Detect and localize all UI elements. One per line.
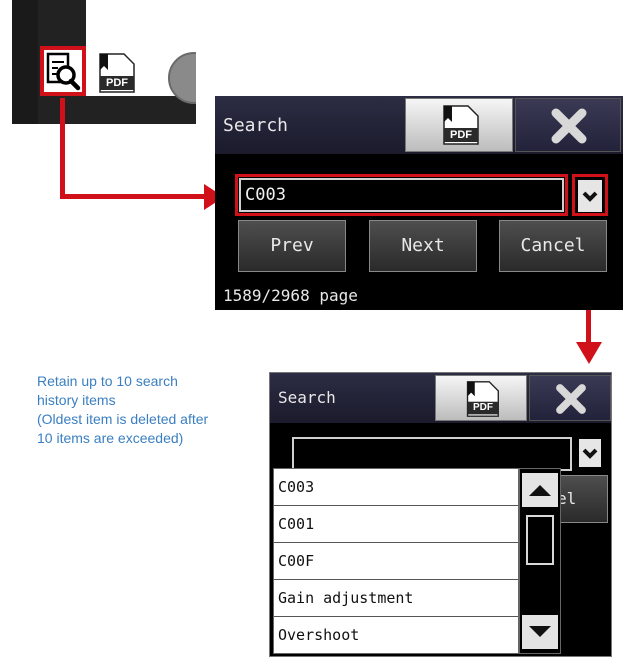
triangle-down-icon xyxy=(529,626,551,637)
history-dropdown-button[interactable] xyxy=(579,439,601,467)
history-item[interactable]: C00F xyxy=(274,543,518,580)
pdf-button[interactable]: PDF xyxy=(405,98,513,152)
cancel-button[interactable]: Cancel xyxy=(499,220,607,272)
connector-line-horizontal xyxy=(60,194,208,199)
connector-line-vertical xyxy=(60,98,65,196)
history-dialog-titlebar: Search PDF xyxy=(270,373,611,423)
dialog-title: Search xyxy=(223,115,289,136)
page-counter: 1589/2968 page xyxy=(223,286,358,305)
search-dialog: Search PDF C003 Prev Next Cancel 1589/29… xyxy=(215,96,623,310)
pdf-button-label: PDF xyxy=(450,129,472,141)
toolbar-dark-edge xyxy=(12,0,38,124)
history-item[interactable]: Overshoot xyxy=(274,617,518,654)
history-dropdown-list: C003 C001 C00F Gain adjustment Overshoot xyxy=(273,468,519,654)
scroll-down-button[interactable] xyxy=(522,615,558,649)
close-x-icon xyxy=(556,384,586,414)
close-x-icon xyxy=(551,108,587,144)
connector-arrow-down-icon xyxy=(576,342,602,364)
search-dialog-history: Search PDF el C003 C001 C00F Gain adjust xyxy=(269,372,612,657)
note-line: Retain up to 10 search xyxy=(37,373,178,389)
dropdown-highlight xyxy=(572,174,608,216)
search-input-highlight xyxy=(235,174,568,216)
search-tool-button[interactable] xyxy=(40,46,86,96)
history-dialog-title: Search xyxy=(278,388,336,407)
cancel-button-label: Cancel xyxy=(520,235,586,256)
chevron-down-icon xyxy=(582,448,598,459)
next-button[interactable]: Next xyxy=(369,220,477,272)
history-scrollbar[interactable] xyxy=(519,468,561,654)
prev-button-label: Prev xyxy=(270,235,314,256)
note-line: (Oldest item is deleted after xyxy=(37,411,209,427)
close-button[interactable] xyxy=(529,375,611,421)
search-input[interactable] xyxy=(292,437,572,471)
note-line: 10 items are exceeded) xyxy=(37,430,184,446)
triangle-up-icon xyxy=(529,485,551,496)
pdf-button[interactable]: PDF xyxy=(435,375,527,421)
scroll-up-button[interactable] xyxy=(522,473,558,507)
search-document-icon xyxy=(46,52,81,91)
toolbar-crop: PDF xyxy=(12,0,196,124)
history-item[interactable]: Gain adjustment xyxy=(274,580,518,617)
prev-button[interactable]: Prev xyxy=(238,220,346,272)
next-button-label: Next xyxy=(401,235,445,256)
note-line: history items xyxy=(37,392,116,408)
history-item[interactable]: C003 xyxy=(274,469,518,506)
close-button[interactable] xyxy=(515,98,621,152)
pdf-button-label: PDF xyxy=(473,402,493,413)
history-note: Retain up to 10 search history items (Ol… xyxy=(37,372,267,448)
scroll-thumb[interactable] xyxy=(526,515,554,565)
pdf-tool-label: PDF xyxy=(106,77,128,89)
search-dialog-titlebar: Search PDF xyxy=(215,96,623,154)
history-item[interactable]: C001 xyxy=(274,506,518,543)
pdf-tool-button[interactable]: PDF xyxy=(94,52,138,94)
